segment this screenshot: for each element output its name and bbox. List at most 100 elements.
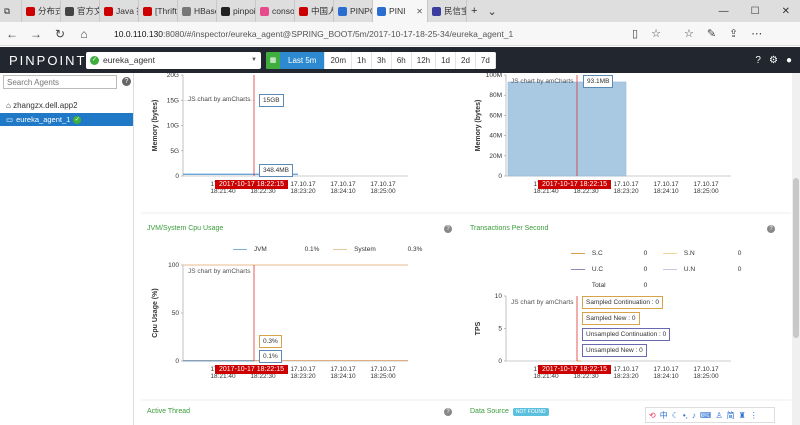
help-icon[interactable]: ? — [444, 225, 452, 233]
jvm-cpu-tooltip: 0.1% — [259, 350, 282, 363]
new-tab-button[interactable]: + — [471, 5, 477, 17]
tab-favicon-icon — [338, 6, 347, 16]
help-icon[interactable]: ? — [122, 77, 131, 86]
back-button[interactable]: ← — [0, 27, 24, 41]
close-window-button[interactable]: ✕ — [782, 6, 790, 17]
browser-tab[interactable]: HBase介 — [178, 0, 217, 22]
tab-actions-icon[interactable]: ⧉ — [0, 0, 22, 22]
refresh-button[interactable]: ↻ — [48, 27, 72, 41]
unsampled-continuation-tooltip: Unsampled Continuation : 0 — [582, 328, 671, 341]
share-icon[interactable]: ⇪ — [729, 27, 738, 40]
chevron-down-icon: ▼ — [251, 57, 257, 63]
x-tick-label: 17.10.17 — [613, 366, 639, 373]
x-tick-label: 17.10.17 — [693, 366, 719, 373]
period-option[interactable]: 1d — [436, 51, 457, 69]
y-axis-title: TPS — [475, 321, 482, 335]
period-option[interactable]: 3h — [372, 51, 392, 69]
reading-view-icon[interactable]: ▯ — [632, 27, 638, 40]
browser-tab[interactable]: PINI ✕ — [373, 0, 428, 22]
period-option[interactable]: 20m — [325, 51, 353, 69]
x-tick-label: 18:21:40 — [210, 188, 236, 195]
y-tick-label: 0 — [498, 173, 502, 180]
system-cpu-tooltip: 0.3% — [259, 335, 282, 348]
help-icon[interactable]: ? — [444, 408, 452, 416]
x-tick-label: 18:22:30 — [573, 188, 599, 195]
browser-tab-bar: ⧉ 分布式调 官方文档 Java 探针 [Thrift]A HBase介 pinpoint… — [0, 0, 800, 22]
home-button[interactable]: ⌂ — [72, 27, 96, 41]
y-tick-label: 80M — [489, 92, 502, 99]
close-tab-icon[interactable]: ✕ — [416, 7, 423, 16]
y-tick-label: 15G — [167, 97, 179, 104]
legend-uc-name: U.C — [591, 266, 604, 273]
more-icon[interactable]: ⋯ — [751, 27, 762, 40]
x-tick-label: 17.10.17 — [290, 181, 316, 188]
y-tick-label: 0 — [498, 358, 502, 365]
gear-icon[interactable]: ⚙ — [769, 55, 778, 66]
period-option[interactable]: 2d — [456, 51, 476, 69]
tab-label: HBase介 — [194, 6, 216, 16]
ime-toolbar[interactable]: ⟲ 中 ☾ •, ♪ ⌨ ♙ 简 ♜ ⋮ — [645, 407, 775, 423]
tab-label: 官方文档 — [77, 6, 99, 16]
pinpoint-logo[interactable]: PINPOINT — [9, 53, 84, 68]
tab-label: [Thrift]A — [155, 6, 177, 16]
y-tick-label: 5G — [170, 148, 179, 155]
y-tick-label: 0 — [175, 358, 179, 365]
tab-list-chevron-icon[interactable]: ⌄ — [487, 5, 496, 18]
tab-label: 分布式调 — [38, 6, 60, 16]
user-icon: ♙ — [715, 410, 723, 420]
period-option[interactable]: 6h — [392, 51, 412, 69]
scrollbar-thumb[interactable] — [793, 178, 799, 338]
tab-favicon-icon — [143, 6, 152, 16]
period-option[interactable]: 12h — [412, 51, 437, 69]
tab-favicon-icon — [377, 6, 386, 16]
browser-tab[interactable]: pinpoint — [217, 0, 256, 22]
sampled-continuation-tooltip: Sampled Continuation : 0 — [582, 296, 663, 309]
url-path: :8080/#/inspector/eureka_agent@SPRING_BO… — [163, 28, 514, 39]
url-field[interactable]: 10.0.110.130 :8080/#/inspector/eureka_ag… — [106, 25, 626, 43]
shirt-icon: ♜ — [738, 410, 746, 420]
check-icon: ✓ — [73, 115, 82, 124]
help-icon[interactable]: ? — [755, 55, 761, 66]
legend-jvm-value: 0.1% — [304, 246, 320, 253]
tab-favicon-icon — [299, 6, 308, 16]
period-option[interactable]: 1h — [352, 51, 372, 69]
y-tick-label: 100 — [168, 262, 179, 269]
legend-sc-value: 0 — [643, 250, 648, 257]
browser-tab[interactable]: 中国人民 — [295, 0, 334, 22]
browser-tab[interactable]: Java 探针 — [100, 0, 139, 22]
browser-tab[interactable]: console_ — [256, 0, 295, 22]
legend-sn-value: 0 — [737, 250, 742, 257]
cursor-date-badge: 2017-10-17 18:22:15 — [215, 365, 288, 374]
x-tick-label: 18:22:30 — [250, 188, 276, 195]
page-scrollbar[interactable] — [792, 73, 800, 425]
x-tick-label: 18:25:00 — [693, 188, 719, 195]
x-tick-label: 18:24:10 — [653, 373, 679, 380]
y-axis-title: Memory (bytes) — [152, 100, 159, 152]
browser-tab[interactable]: PINPOIN — [334, 0, 373, 22]
github-icon[interactable]: ● — [786, 55, 792, 66]
browser-tab[interactable]: [Thrift]A — [139, 0, 178, 22]
minimize-button[interactable]: — — [719, 6, 729, 17]
calendar-icon[interactable]: ▦ — [266, 51, 280, 69]
agent-select[interactable]: ✓ eureka_agent ▼ — [86, 51, 261, 69]
period-option[interactable]: Last 5m — [280, 51, 326, 69]
favorite-star-icon[interactable]: ☆ — [651, 27, 661, 40]
tab-label: PINPOIN — [350, 6, 372, 16]
period-option[interactable]: 7d — [476, 51, 496, 69]
server-icon: ▭ — [6, 115, 14, 124]
browser-tab[interactable]: 官方文档 — [61, 0, 100, 22]
legend-total-value: 0 — [643, 282, 648, 289]
maximize-button[interactable]: ☐ — [751, 6, 760, 17]
forward-button[interactable]: → — [24, 27, 48, 41]
browser-tab[interactable]: 民信宝... — [428, 0, 467, 22]
help-icon[interactable]: ? — [767, 225, 775, 233]
x-tick-label: 18:21:40 — [533, 188, 559, 195]
tab-label: console_ — [272, 6, 295, 16]
browser-tab[interactable]: 分布式调 — [22, 0, 61, 22]
favorites-hub-icon[interactable]: ☆ — [684, 27, 694, 40]
agent-item[interactable]: ▭ eureka_agent_1 ✓ — [0, 113, 133, 126]
pen-icon[interactable]: ✎ — [707, 27, 716, 40]
tab-label: 民信宝... — [444, 6, 467, 16]
search-agents-input[interactable] — [3, 75, 117, 89]
application-node[interactable]: ⌂ zhangzx.dell.app2 — [0, 99, 133, 112]
